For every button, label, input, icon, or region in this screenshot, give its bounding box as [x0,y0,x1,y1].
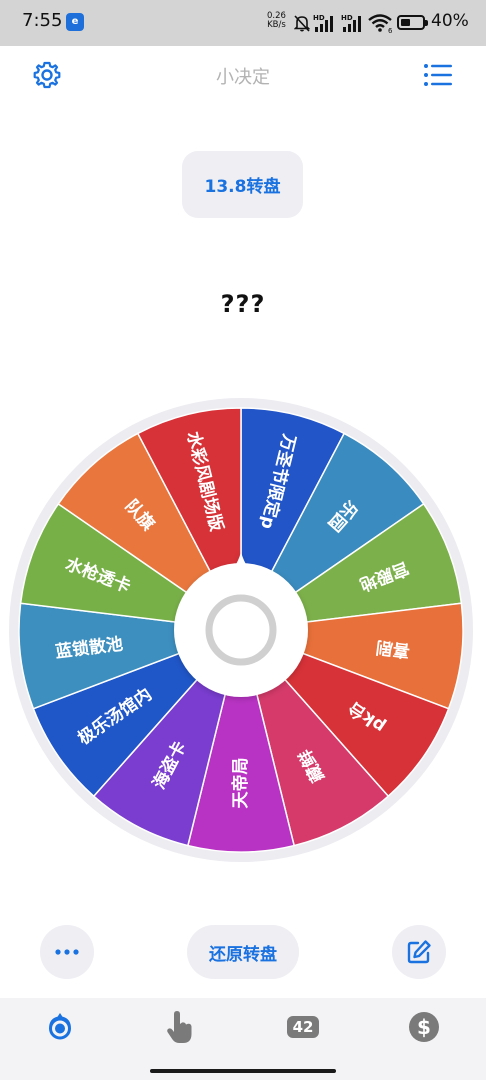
tab-coin[interactable]: $ [404,1010,444,1044]
edit-button[interactable] [392,925,446,979]
wheel-segment-label: 天帝局 [230,758,251,809]
more-icon [55,949,79,955]
edit-icon [407,940,431,964]
wheel-segment-label: 喜剧 [375,636,411,660]
battery-icon [397,15,428,30]
spin-wheel[interactable]: 万圣节限定p 乐园 宫殿地 喜剧 pk台 藏鲜 天帝局 海盗卡 极乐汤馆内 蓝锁散池 水枪透卡 队旗水… [0,380,486,880]
wheel-graphic[interactable]: 万圣节限定p 乐园宫殿地喜剧pk台藏鲜天帝局海盗卡极乐汤馆内蓝锁散池水枪透卡队旗水… [0,380,486,880]
tab-tap[interactable] [160,1010,200,1044]
network-speed-unit: KB/s [267,20,286,30]
home-indicator [150,1069,336,1073]
app-title: 小决定 [216,67,270,88]
reset-wheel-button[interactable]: 还原转盘 [187,925,299,979]
hand-pointer-icon [167,1011,192,1043]
number-badge: 42 [286,1016,320,1038]
mute-bell-icon [294,15,310,32]
more-button[interactable] [40,925,94,979]
list-icon[interactable] [423,62,453,88]
wifi-icon: 6 [368,14,393,33]
wheel-name-button[interactable]: 13.8转盘 [182,151,303,218]
wifi-6-label: 6 [388,27,393,33]
app-notification-icon: e [66,13,84,31]
tab-bar: 42 $ [0,998,486,1080]
tab-wheel[interactable] [40,1010,80,1044]
network-speed: 0.26 KB/s [267,12,286,30]
signal1-hd-label: HD [313,14,325,22]
wheel-icon [49,1013,71,1040]
status-time: 7:55 [22,10,63,31]
result-text: ??? [220,290,266,318]
dollar-icon: $ [409,1012,439,1042]
cell-signal-icon: HD [341,14,361,32]
svg-text:$: $ [417,1015,431,1039]
signal2-hd-label: HD [341,14,353,22]
tab-number[interactable]: 42 [283,1010,323,1044]
battery-percent: 40% [431,11,469,31]
status-bar: 7:55 e 0.26 KB/s HD HD 6 40% [0,0,486,46]
cell-signal-icon: HD [313,14,333,32]
